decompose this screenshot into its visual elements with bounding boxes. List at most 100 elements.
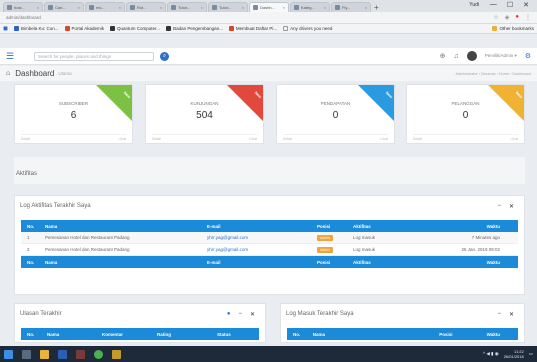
close-button[interactable]: ✕ (523, 1, 529, 9)
stat-foot-left[interactable]: Detail (21, 137, 30, 141)
refresh-icon[interactable]: ● (227, 311, 231, 318)
maximize-button[interactable]: ☐ (507, 1, 513, 9)
stat-foot-left[interactable]: Detail (152, 137, 161, 141)
close-icon[interactable]: ✕ (509, 203, 514, 210)
bell-icon[interactable]: ♫ (453, 53, 458, 60)
bookmark-item[interactable]: Badan Pengembangan... (166, 26, 223, 31)
app2-icon[interactable] (112, 349, 121, 359)
table-row[interactable]: 2 Pemesanan Hotel dan Restaurant Padang yh… (21, 244, 518, 256)
stat-card-kunjungan[interactable]: New KUNJUNGAN 504 Detail Lihat (145, 84, 264, 144)
explorer-icon[interactable] (40, 349, 49, 359)
close-icon[interactable]: ✕ (250, 311, 255, 318)
page-subtitle: Utama (58, 71, 72, 76)
close-tab-icon[interactable]: × (160, 5, 162, 10)
close-tab-icon[interactable]: × (283, 5, 285, 10)
collapse-icon[interactable]: − (497, 311, 501, 318)
stat-card-subscriber[interactable]: New SUBSCRIBER 6 Detail Lihat (14, 84, 133, 144)
col-no[interactable]: No. (21, 332, 47, 337)
collapse-icon[interactable]: − (497, 203, 501, 210)
other-bookmarks[interactable]: Other bookmarks (492, 26, 534, 31)
search-input[interactable]: Search for people, places and things (34, 51, 154, 61)
cell-email[interactable]: yhrr.yag@gmail.com (207, 247, 317, 252)
close-tab-icon[interactable]: × (365, 5, 367, 10)
bookmark-item[interactable]: Bimbela Ku: Con... (13, 26, 59, 31)
browser-tab[interactable]: Tutor... × (208, 2, 248, 12)
browser-tab[interactable]: Cari... × (44, 2, 84, 12)
bookmark-item[interactable]: Portal Akademik (64, 26, 104, 31)
cell-no: 2 (27, 247, 30, 252)
url-field[interactable]: admin/dashboard (6, 15, 41, 20)
col-waktu[interactable]: Waktu (487, 332, 518, 337)
close-icon[interactable]: ✕ (509, 311, 514, 318)
col-posisi[interactable]: Posisi (317, 224, 353, 229)
table-row[interactable]: 1 Pemesanan Hotel dan Restaurant Padang yh… (21, 232, 518, 244)
bookmark-item[interactable]: Membuat Daftar Pi... (228, 26, 277, 31)
col-status[interactable]: Status (217, 332, 259, 337)
close-tab-icon[interactable]: × (37, 5, 39, 10)
home-icon[interactable]: ⌂ (6, 70, 10, 77)
star-icon[interactable]: ☆ (493, 14, 498, 21)
notification-icon[interactable]: ▭ (529, 351, 533, 357)
foot-nama: Nama (45, 259, 58, 265)
col-waktu[interactable]: Waktu (417, 224, 518, 229)
close-tab-icon[interactable]: × (242, 5, 244, 10)
bookmark-item[interactable]: Quantum Computer... (110, 26, 160, 31)
col-nama[interactable]: Nama (41, 224, 207, 229)
cell-email[interactable]: yhrr.yag@gmail.com (207, 235, 317, 240)
browser-tab[interactable]: ms... × (85, 2, 125, 12)
chrome-icon[interactable] (94, 349, 103, 359)
breadcrumb[interactable]: Administrator › Beranda › Home › Dashboa… (455, 72, 531, 76)
stat-foot-right[interactable]: Lihat (118, 137, 126, 141)
col-no[interactable]: No. (21, 224, 41, 229)
task-view-icon[interactable] (22, 349, 31, 359)
close-tab-icon[interactable]: × (324, 5, 326, 10)
favicon-icon (253, 5, 258, 10)
opera-icon[interactable]: ● (515, 14, 519, 21)
stat-foot-right[interactable]: Lihat (380, 137, 388, 141)
user-menu[interactable]: Pemilik/Admin ▾ (485, 53, 517, 59)
start-icon[interactable] (4, 349, 13, 359)
hamburger-menu-icon[interactable]: ☰ (6, 51, 26, 62)
close-tab-icon[interactable]: × (201, 5, 203, 10)
extension-icon[interactable]: ◈ (505, 14, 510, 21)
close-tab-icon[interactable]: × (78, 5, 80, 10)
col-nama[interactable]: Nama (47, 332, 102, 337)
browser-tab[interactable]: Fly... × (331, 2, 371, 12)
stat-foot-right[interactable]: Lihat (249, 137, 257, 141)
bookmark-item[interactable]: Any drivers you need (283, 26, 332, 31)
os-taskbar: ^ ◀ ▮ ◉ 11:22 26/01/2018 ▭ (0, 346, 537, 362)
menu-icon[interactable]: ⋮ (525, 14, 531, 21)
globe-icon[interactable]: ⊕ (440, 52, 446, 60)
browser-tab[interactable]: Rot... × (126, 2, 166, 12)
browser-tab[interactable]: Kateg... × (290, 2, 330, 12)
col-posisi[interactable]: Posisi (439, 332, 486, 337)
col-rating[interactable]: Rating (157, 332, 217, 337)
col-komentar[interactable]: Komentar (102, 332, 157, 337)
app-icon[interactable] (76, 349, 85, 359)
avatar[interactable] (466, 51, 477, 61)
col-nama[interactable]: Nama (313, 332, 439, 337)
stat-card-pelanggan[interactable]: New PELANGGAN 0 Detail Lihat (406, 84, 525, 144)
browser-tab[interactable]: Dashb... × (249, 2, 289, 12)
browser-tab[interactable]: Tutor... × (167, 2, 207, 12)
clock[interactable]: 11:22 26/01/2018 (504, 349, 524, 359)
apps-icon[interactable]: ◼ (3, 25, 8, 32)
collapse-icon[interactable]: − (238, 311, 242, 318)
cell-nama: Pemesanan Hotel dan Restaurant Padang (45, 235, 130, 240)
search-button[interactable]: ⌕ (160, 51, 169, 61)
close-tab-icon[interactable]: × (119, 5, 121, 10)
stat-foot-left[interactable]: Detail (283, 137, 292, 141)
col-no[interactable]: No. (287, 332, 313, 337)
stat-card-pendapatan[interactable]: New PENDAPATAN 0 Detail Lihat (276, 84, 395, 144)
browser-user-chip[interactable]: Yudi (469, 2, 479, 8)
word-icon[interactable] (58, 349, 67, 359)
stat-foot-right[interactable]: Lihat (510, 137, 518, 141)
tray-icons[interactable]: ^ ◀ ▮ ◉ (483, 351, 499, 357)
minimize-button[interactable]: — (490, 1, 497, 9)
col-email[interactable]: E-mail (207, 224, 317, 229)
col-aktifitas[interactable]: Aktifitas (353, 224, 417, 229)
gear-icon[interactable]: ⚙ (525, 52, 531, 60)
stat-foot-left[interactable]: Detail (413, 137, 422, 141)
new-tab-button[interactable]: + (374, 3, 379, 12)
browser-tab[interactable]: hosi... × (3, 2, 43, 12)
